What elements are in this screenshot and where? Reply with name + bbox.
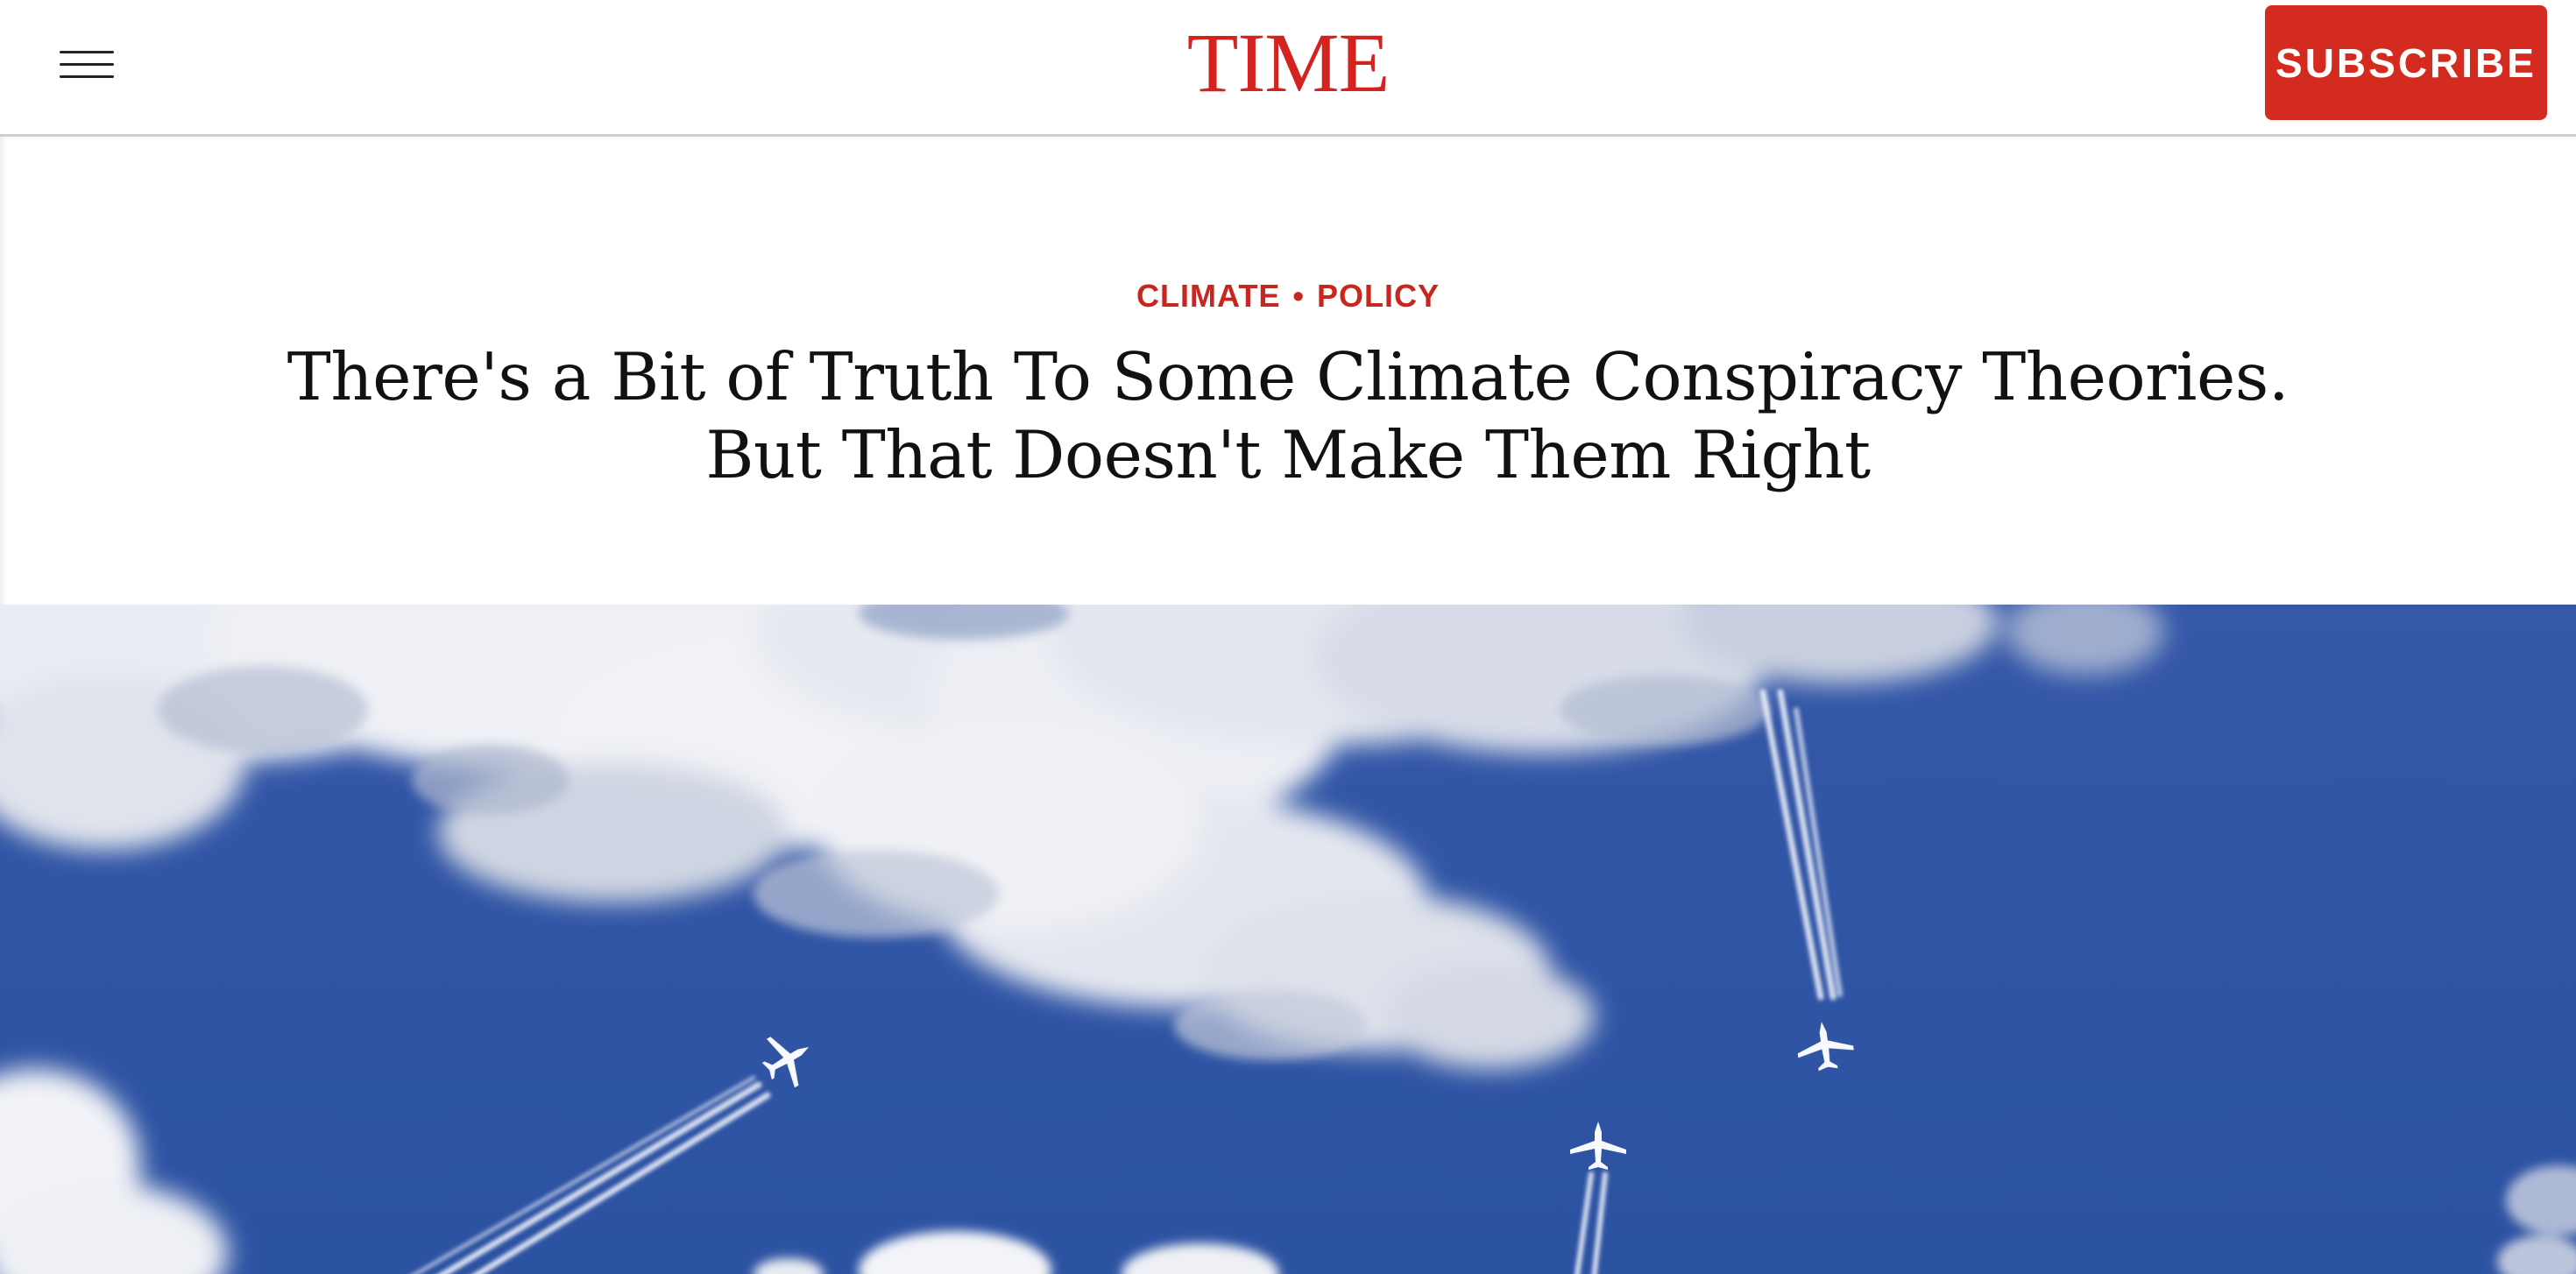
headline-line-1: There's a Bit of Truth To Some Climate C… (287, 338, 2289, 415)
headline-line-2: But That Doesn't Make Them Right (705, 416, 1871, 493)
time-logo-link[interactable]: TIME (1187, 16, 1391, 110)
hamburger-menu-icon[interactable] (49, 40, 126, 89)
hero-image (0, 605, 2576, 1274)
time-logo: TIME (0, 19, 2576, 107)
topic-climate-link[interactable]: CLIMATE (1136, 278, 1280, 314)
article-header: CLIMATE • POLICY There's a Bit of Truth To… (0, 137, 2576, 605)
article-headline: There's a Bit of Truth To Some Climate C… (158, 338, 2418, 494)
topic-tags: CLIMATE • POLICY (0, 277, 2576, 315)
subscribe-button[interactable]: SUBSCRIBE (2265, 5, 2547, 120)
topic-separator: • (1292, 278, 1305, 314)
topic-policy-link[interactable]: POLICY (1317, 278, 1440, 314)
site-header: TIME SUBSCRIBE (0, 0, 2576, 137)
